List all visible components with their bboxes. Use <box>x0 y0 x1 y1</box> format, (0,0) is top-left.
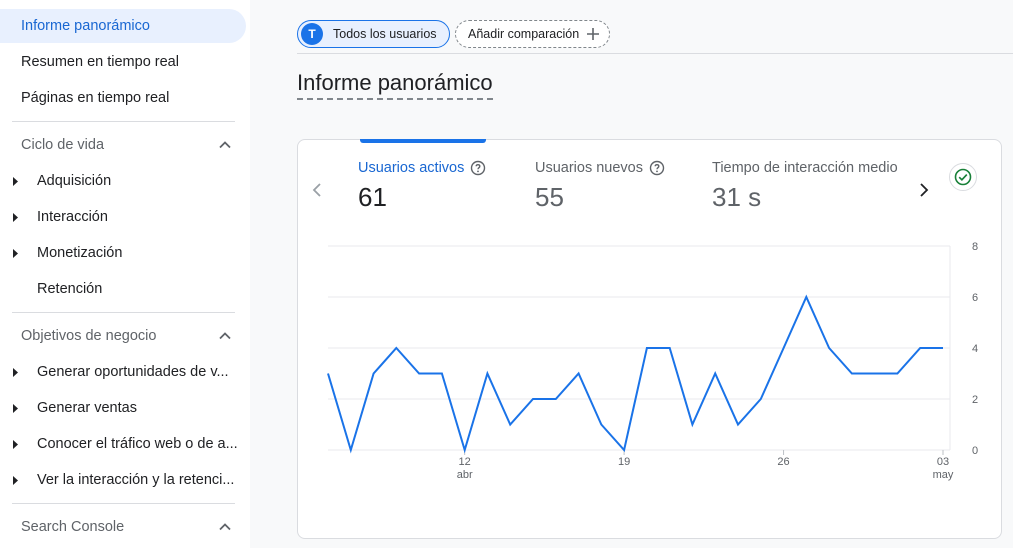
triangle-right-icon <box>13 403 18 413</box>
sidebar-item-retencion[interactable]: Retención <box>0 272 246 306</box>
sidebar-item-label: Generar ventas <box>37 400 137 416</box>
sidebar-item-resumen-tiempo-real[interactable]: Resumen en tiempo real <box>0 45 179 79</box>
sidebar-item-generar-ventas[interactable]: Generar ventas <box>0 391 246 425</box>
chevron-up-icon[interactable] <box>218 520 232 534</box>
x-tick-label: 26 <box>777 456 789 468</box>
sidebar-item-informe-panoramico[interactable]: Informe panorámico <box>0 9 246 43</box>
section-title: Search Console <box>21 519 125 535</box>
section-search-console[interactable]: Search Console <box>0 510 240 544</box>
section-title: Objetivos de negocio <box>21 328 157 344</box>
y-tick-label: 4 <box>972 343 978 355</box>
triangle-right-icon <box>13 367 18 377</box>
add-comparison-button[interactable]: Añadir comparación <box>455 20 611 48</box>
x-tick-label: 12 <box>459 456 471 468</box>
y-tick-label: 6 <box>972 292 978 304</box>
page-title: Informe panorámico <box>297 70 493 100</box>
sidebar-item-ver-interaccion[interactable]: Ver la interacción y la retenci... <box>0 463 246 497</box>
add-comparison-label: Añadir comparación <box>468 27 580 41</box>
x-tick-sublabel: may <box>933 469 954 481</box>
all-users-chip[interactable]: T Todos los usuarios <box>297 20 450 48</box>
sidebar-item-label: Generar oportunidades de v... <box>37 364 229 380</box>
chevron-up-icon[interactable] <box>218 329 232 343</box>
all-users-label: Todos los usuarios <box>333 27 437 41</box>
triangle-right-icon <box>13 212 18 222</box>
header-divider <box>297 53 1013 54</box>
x-tick-label: 03 <box>937 456 949 468</box>
section-objetivos-de-negocio[interactable]: Objetivos de negocio <box>0 319 240 353</box>
sidebar-divider <box>12 312 235 313</box>
sidebar-item-label: Retención <box>37 281 103 297</box>
active-users-series-line <box>327 294 943 454</box>
sidebar-item-label: Adquisición <box>37 173 112 189</box>
x-tick-sublabel: abr <box>457 469 473 481</box>
y-tick-label: 0 <box>972 445 978 457</box>
sidebar-item-paginas-tiempo-real[interactable]: Páginas en tiempo real <box>0 81 169 115</box>
sidebar-item-conocer-trafico[interactable]: Conocer el tráfico web o de a... <box>0 427 246 461</box>
section-title: Ciclo de vida <box>21 137 105 153</box>
chevron-up-icon[interactable] <box>218 138 232 152</box>
plus-icon <box>587 28 600 40</box>
sidebar-item-generar-oportunidades[interactable]: Generar oportunidades de v... <box>0 355 246 389</box>
sidebar: Informe panorámico Resumen en tiempo rea… <box>0 0 250 548</box>
triangle-right-icon <box>13 439 18 449</box>
sidebar-item-label: Interacción <box>37 209 108 225</box>
sidebar-item-label: Informe panorámico <box>21 18 150 34</box>
sidebar-item-label: Monetización <box>37 245 123 261</box>
triangle-right-icon <box>13 248 18 258</box>
sidebar-item-monetizacion[interactable]: Monetización <box>0 236 246 270</box>
sidebar-item-label: Conocer el tráfico web o de a... <box>37 436 238 452</box>
sidebar-item-interaccion[interactable]: Interacción <box>0 200 246 234</box>
sidebar-divider <box>12 503 235 504</box>
y-tick-label: 2 <box>972 394 978 406</box>
sidebar-item-label: Ver la interacción y la retenci... <box>37 472 235 488</box>
active-users-line-chart: 12abr 19 26 03may 0 2 4 6 8 <box>327 241 978 481</box>
overview-card: Usuarios activos 61 Usuarios nuevos 55 T… <box>297 139 1002 539</box>
sidebar-item-adquisicion[interactable]: Adquisición <box>0 164 246 198</box>
y-tick-label: 8 <box>972 241 978 253</box>
section-ciclo-de-vida[interactable]: Ciclo de vida <box>0 128 240 162</box>
sidebar-divider <box>12 121 235 122</box>
sidebar-item-label: Resumen en tiempo real <box>21 54 179 70</box>
triangle-right-icon <box>13 176 18 186</box>
avatar: T <box>301 23 323 45</box>
x-tick-label: 19 <box>618 456 630 468</box>
triangle-right-icon <box>13 475 18 485</box>
sidebar-item-label: Páginas en tiempo real <box>21 90 170 106</box>
